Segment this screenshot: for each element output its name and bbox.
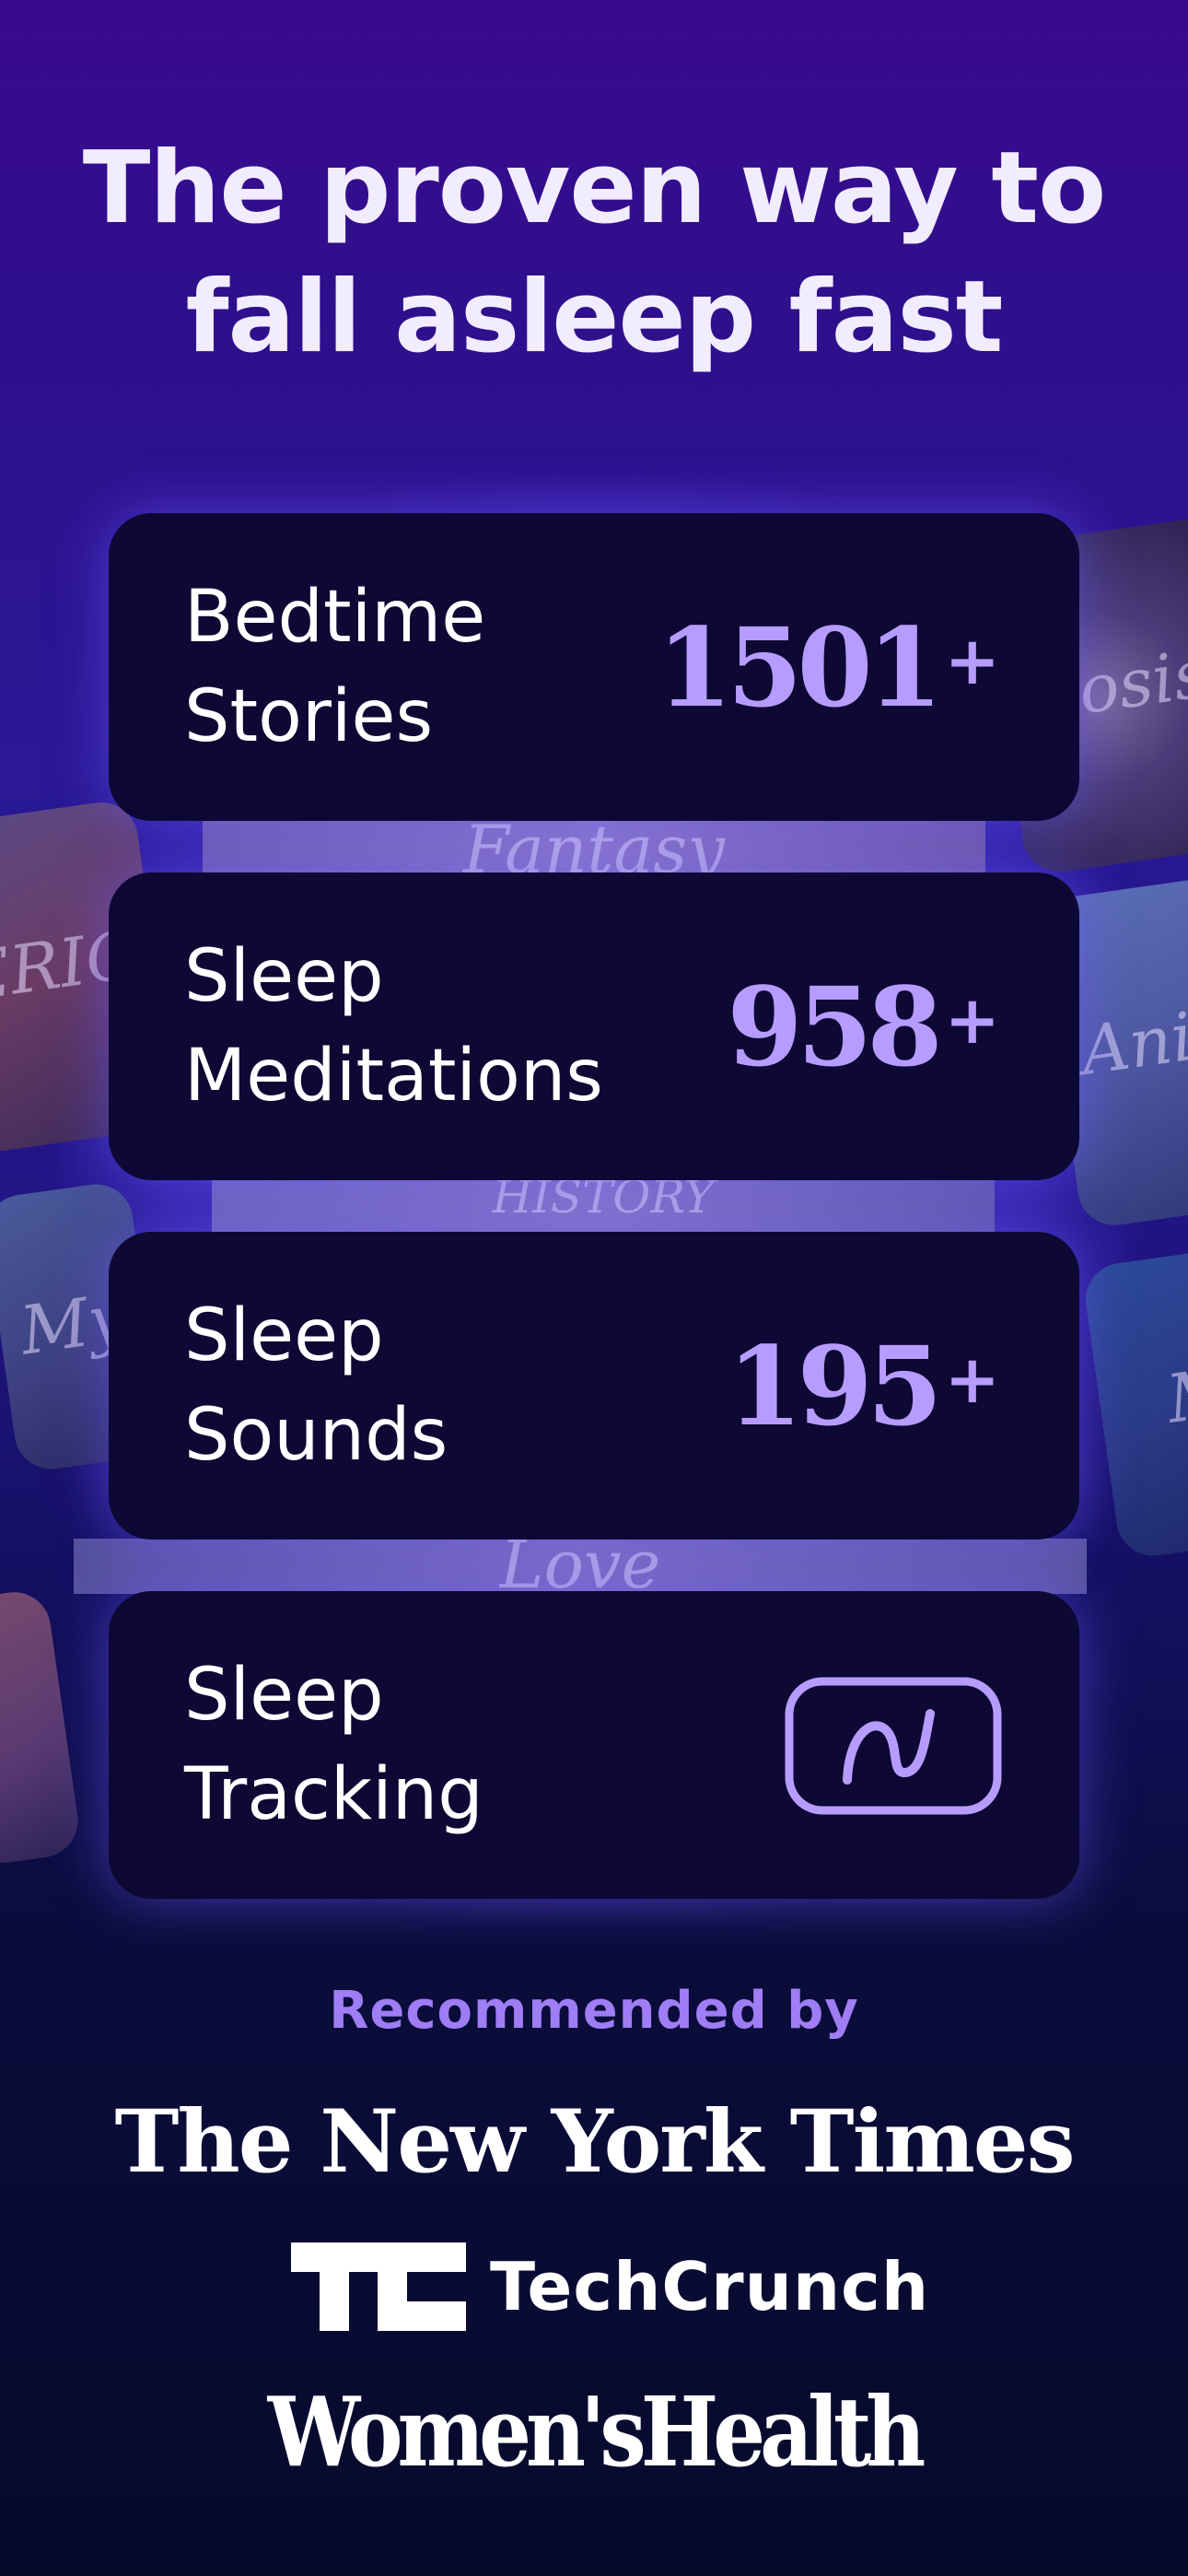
onboarding-screen: The proven way to fall asleep fast nosis… <box>0 0 1188 2576</box>
feature-title: Sleep Meditations <box>184 935 603 1118</box>
feature-title: Bedtime Stories <box>184 576 486 758</box>
headline-line-2: fall asleep fast <box>185 260 1004 375</box>
background-artwork: Love <box>74 1539 1087 1594</box>
womens-health-logo: Women'sHealth <box>267 2375 926 2488</box>
techcrunch-wordmark: TechCrunch <box>490 2248 930 2325</box>
feature-title: Sleep Sounds <box>184 1294 448 1477</box>
headline: The proven way to fall asleep fast <box>0 124 1188 382</box>
recommended-label: Recommended by <box>329 1981 859 2041</box>
techcrunch-logo: TechCrunch <box>291 2241 929 2333</box>
feature-card-bedtime-stories: Bedtime Stories 1501 + <box>109 513 1079 821</box>
feature-card-sleep-meditations: Sleep Meditations 958 + <box>109 872 1079 1180</box>
sleep-wave-icon <box>785 1677 1002 1815</box>
background-artwork: HISTORY <box>212 1179 995 1235</box>
headline-line-1: The proven way to <box>82 131 1106 246</box>
feature-count: 958 + <box>727 962 1000 1091</box>
nyt-logo: The New York Times <box>114 2091 1075 2193</box>
techcrunch-icon <box>291 2242 466 2331</box>
feature-count: 1501 + <box>657 603 1000 732</box>
feature-card-sleep-sounds: Sleep Sounds 195 + <box>109 1232 1079 1540</box>
feature-count: 195 + <box>727 1321 1000 1450</box>
feature-card-sleep-tracking: Sleep Tracking <box>109 1591 1079 1899</box>
feature-title: Sleep Tracking <box>184 1654 483 1836</box>
